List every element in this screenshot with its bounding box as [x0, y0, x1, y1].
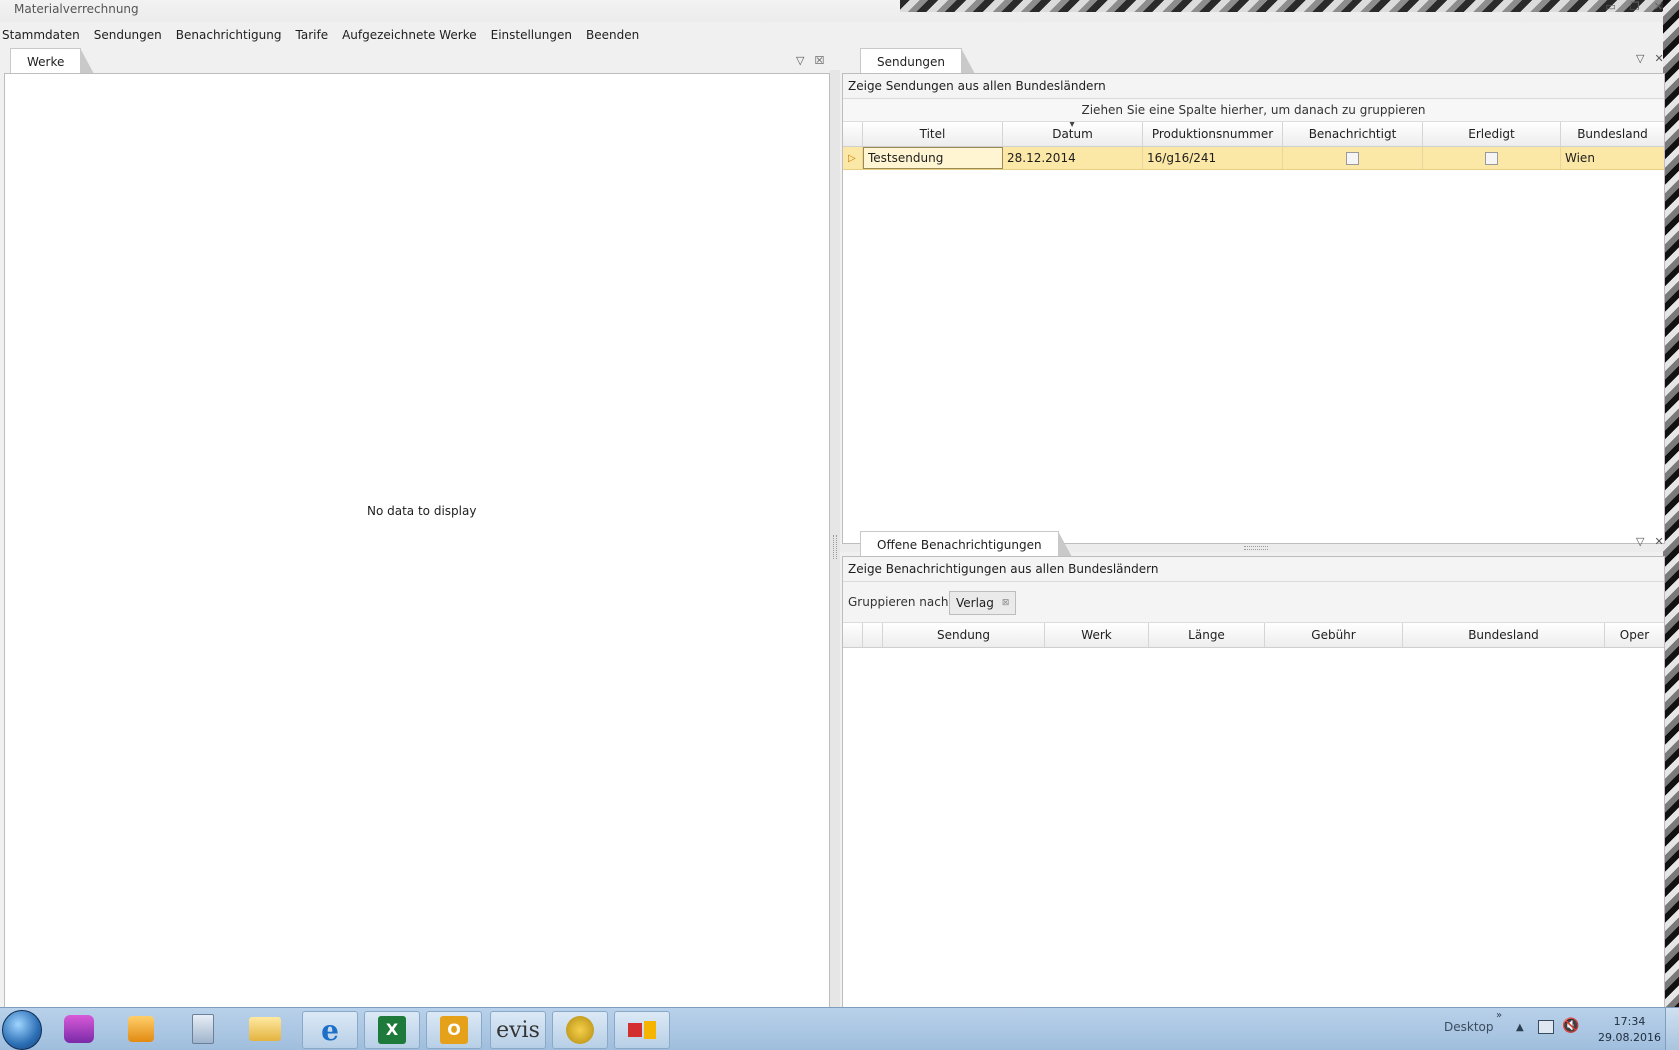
tab-werke[interactable]: Werke [10, 48, 95, 74]
tray-expand-icon[interactable]: ▲ [1516, 1022, 1524, 1033]
werke-grid[interactable]: No data to display [4, 73, 830, 1023]
werke-panel-controls: ▽ ☒ [796, 54, 824, 67]
window-title: Materialverrechnung [14, 2, 139, 16]
group-drop-area[interactable]: Ziehen Sie eine Spalte hierher, um danac… [843, 99, 1664, 122]
calculator-icon[interactable] [176, 1011, 230, 1047]
group-label: Gruppieren nach: [848, 595, 953, 609]
remove-group-icon[interactable]: ⊠ [1002, 598, 1010, 608]
column-bundesland[interactable]: Bundesland [1561, 122, 1664, 146]
benachrichtigt-checkbox[interactable] [1346, 151, 1359, 165]
close-icon[interactable]: ✕ [1654, 0, 1663, 14]
minimize-icon[interactable]: ▭ [1606, 0, 1616, 14]
taskbar: e X O evis Desktop » ▲ 🔇 17:34 29.08.201… [0, 1007, 1679, 1050]
sendungen-panel: Sendungen ▽ ✕ Zeige Sendungen aus allen … [840, 48, 1665, 544]
column-benachrichtigt[interactable]: Benachrichtigt [1283, 122, 1423, 146]
table-row[interactable]: ▷ Testsendung 28.12.2014 16/g16/241 Wien [843, 147, 1664, 170]
column-erledigt[interactable]: Erledigt [1423, 122, 1561, 146]
empty-message: No data to display [367, 504, 477, 518]
column-werk[interactable]: Werk [1045, 623, 1149, 647]
erledigt-checkbox[interactable] [1485, 151, 1498, 165]
column-sendung[interactable]: Sendung [883, 623, 1045, 647]
tab-offene-benachrichtigungen-label: Offene Benachrichtigungen [877, 537, 1042, 552]
benachrichtigungen-panel-controls: ▽ ✕ [1636, 535, 1664, 548]
menubar: Stammdaten Sendungen Benachrichtigung Ta… [0, 22, 1663, 48]
cell-datum[interactable]: 28.12.2014 [1003, 147, 1143, 169]
menu-benachrichtigung[interactable]: Benachrichtigung [169, 28, 289, 42]
column-datum[interactable]: ▼ Datum [1003, 122, 1143, 146]
is-icon[interactable] [552, 1011, 608, 1049]
desktop-background-top [900, 0, 1663, 12]
office-icon[interactable] [614, 1011, 670, 1049]
menu-aufgezeichnete-werke[interactable]: Aufgezeichnete Werke [335, 28, 484, 42]
close-icon[interactable]: ☒ [814, 54, 824, 67]
menu-einstellungen[interactable]: Einstellungen [484, 28, 579, 42]
column-gebuehr[interactable]: Gebühr [1265, 623, 1403, 647]
column-datum-label: Datum [1052, 127, 1093, 141]
column-laenge[interactable]: Länge [1149, 623, 1265, 647]
group-chip-verlag[interactable]: Verlag ⊠ [949, 591, 1017, 615]
werke-panel: Werke ▽ ☒ No data to display [4, 48, 830, 1023]
benachrichtigungen-header: Sendung Werk Länge Gebühr Bundesland Ope… [843, 623, 1664, 648]
close-icon[interactable]: ✕ [1654, 52, 1663, 65]
window-controls: ▭ ❐ ✕ [1590, 0, 1669, 14]
splitter-grip [833, 535, 837, 559]
tab-werke-label: Werke [27, 54, 65, 69]
row-indicator-header [843, 623, 863, 647]
tab-offene-benachrichtigungen[interactable]: Offene Benachrichtigungen [860, 531, 1072, 557]
sendungen-info: Zeige Sendungen aus allen Bundesländern [843, 74, 1664, 99]
clock-time: 17:34 [1613, 1015, 1646, 1028]
start-orb[interactable] [2, 1010, 42, 1050]
show-desktop-button[interactable] [1665, 1008, 1679, 1050]
network-icon[interactable] [1538, 1020, 1554, 1034]
benachrichtigungen-body: Zeige Benachrichtigungen aus allen Bunde… [842, 556, 1665, 1023]
benachrichtigungen-info: Zeige Benachrichtigungen aus allen Bunde… [843, 557, 1664, 582]
cell-titel[interactable]: Testsendung [863, 147, 1003, 169]
row-indicator-header [843, 122, 863, 146]
desktop-toolbar-label[interactable]: Desktop [1444, 1020, 1494, 1034]
dropdown-icon[interactable]: ▽ [1636, 52, 1644, 65]
benachrichtigungen-panel: Offene Benachrichtigungen ▽ ✕ Zeige Bena… [840, 531, 1665, 1023]
menu-stammdaten[interactable]: Stammdaten [0, 28, 87, 42]
clock-date: 29.08.2016 [1598, 1031, 1661, 1044]
media-icon[interactable] [114, 1011, 168, 1047]
volume-muted-icon[interactable]: 🔇 [1562, 1018, 1579, 1034]
chevron-icon[interactable]: » [1496, 1010, 1502, 1021]
cell-benachrichtigt [1283, 147, 1423, 169]
column-produktionsnummer[interactable]: Produktionsnummer [1143, 122, 1283, 146]
menu-tarife[interactable]: Tarife [289, 28, 336, 42]
evis-icon[interactable]: evis [490, 1011, 546, 1049]
app-window: Stammdaten Sendungen Benachrichtigung Ta… [0, 22, 1665, 1023]
dropdown-icon[interactable]: ▽ [1636, 535, 1644, 548]
clock[interactable]: 17:34 29.08.2016 [1598, 1014, 1661, 1046]
tab-sendungen-label: Sendungen [877, 54, 946, 69]
excel-icon[interactable]: X [364, 1011, 420, 1049]
sendungen-body: Zeige Sendungen aus allen Bundesländern … [842, 73, 1665, 544]
sendungen-header: Titel ▼ Datum Produktionsnummer Benachri… [843, 122, 1664, 147]
sort-desc-icon: ▼ [1069, 122, 1076, 128]
explorer-icon[interactable] [238, 1011, 292, 1047]
sendungen-panel-controls: ▽ ✕ [1636, 52, 1664, 65]
cell-bundesland[interactable]: Wien [1561, 147, 1664, 169]
column-oper[interactable]: Oper [1605, 623, 1664, 647]
group-indent-header [863, 623, 883, 647]
evis-label: evis [496, 1017, 540, 1043]
cell-erledigt [1423, 147, 1561, 169]
dropdown-icon[interactable]: ▽ [796, 54, 804, 67]
cell-produktionsnummer[interactable]: 16/g16/241 [1143, 147, 1283, 169]
column-bundesland[interactable]: Bundesland [1403, 623, 1605, 647]
group-chip-label: Verlag [956, 596, 994, 610]
ie-icon[interactable]: e [302, 1011, 358, 1049]
restore-icon[interactable]: ❐ [1630, 0, 1640, 14]
tab-sendungen[interactable]: Sendungen [860, 48, 976, 74]
column-titel[interactable]: Titel [863, 122, 1003, 146]
menu-beenden[interactable]: Beenden [579, 28, 646, 42]
desktop-background [1663, 0, 1679, 1007]
close-icon[interactable]: ✕ [1654, 535, 1663, 548]
row-indicator-icon: ▷ [843, 147, 863, 169]
outlook-icon[interactable]: O [426, 1011, 482, 1049]
menu-sendungen[interactable]: Sendungen [87, 28, 169, 42]
pro-icon[interactable] [52, 1011, 106, 1047]
